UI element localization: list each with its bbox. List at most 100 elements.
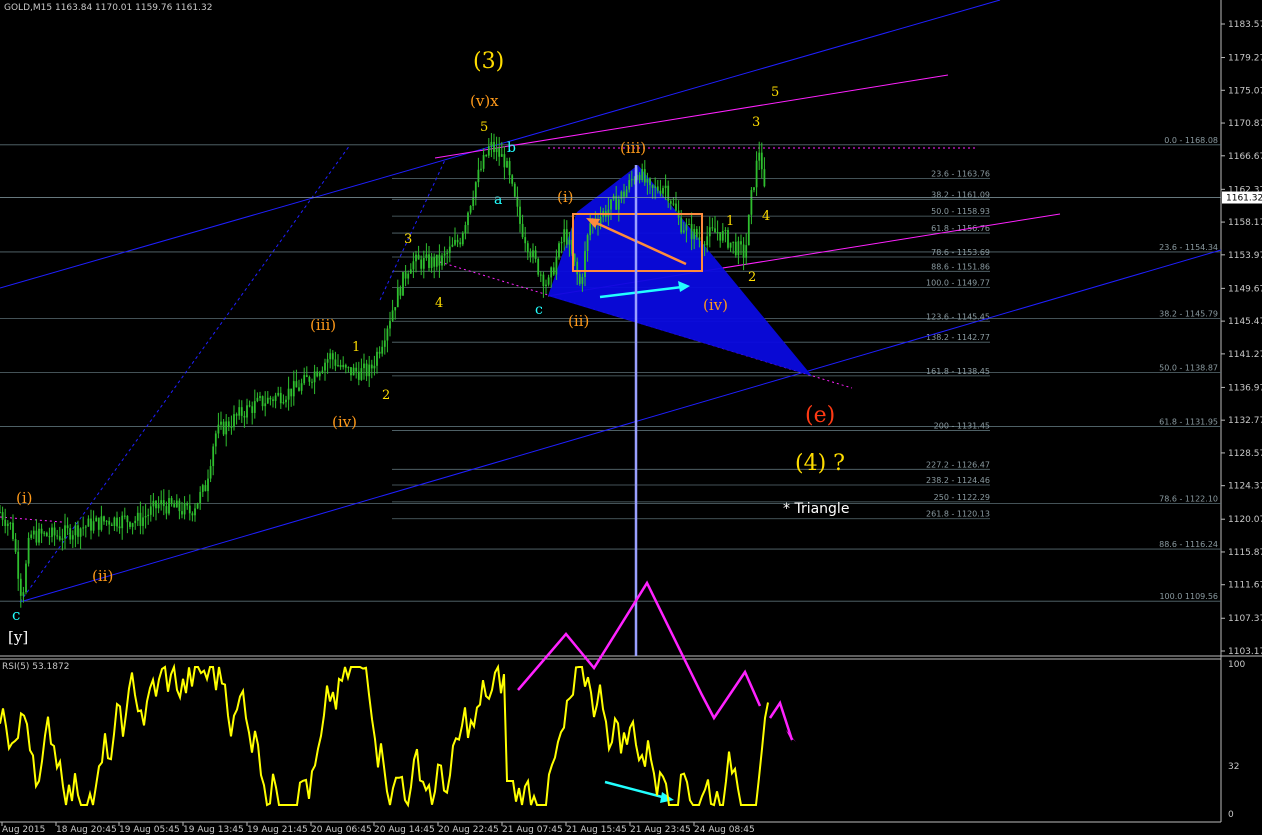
candle-body xyxy=(383,340,386,347)
candle-body xyxy=(714,228,716,233)
candle-body xyxy=(12,522,14,540)
candle-body xyxy=(477,169,480,183)
candle-body xyxy=(672,203,675,205)
candle-body xyxy=(381,346,384,354)
candle-body xyxy=(259,396,261,398)
candle-body xyxy=(126,516,129,523)
candle-body xyxy=(108,520,111,525)
candle-body xyxy=(740,241,742,245)
candle-body xyxy=(513,183,516,197)
y-tick-label: 1149.67 xyxy=(1228,284,1262,294)
candle-body xyxy=(454,239,456,245)
wave-label: 5 xyxy=(771,85,779,100)
fib-label-mid: 227.2 - 1126.47 xyxy=(926,460,990,469)
candle-body xyxy=(589,223,592,236)
candle-body xyxy=(545,284,547,287)
wave-label: (ii) xyxy=(568,312,589,330)
candle-body xyxy=(61,538,64,540)
candle-body xyxy=(498,147,501,157)
candle-body xyxy=(212,446,215,467)
candle-body xyxy=(409,269,412,274)
candle-body xyxy=(225,421,228,435)
candle-body xyxy=(331,353,334,360)
candle-body xyxy=(552,267,555,275)
candle-body xyxy=(506,161,508,168)
y-tick-label: 1103.17 xyxy=(1228,647,1262,657)
symbol-title: GOLD,M15 xyxy=(4,3,52,13)
chart-canvas[interactable]: 0.0 - 1168.08 23.6 - 1154.34 38.2 - 1145.7… xyxy=(0,0,1262,835)
candle-body xyxy=(79,528,82,537)
candle-body xyxy=(175,500,178,508)
wave-label: (3) xyxy=(473,49,504,74)
candle-body xyxy=(363,363,365,369)
candle-body xyxy=(287,388,290,400)
candle-body xyxy=(698,237,701,240)
candle-body xyxy=(352,367,355,376)
candle-body xyxy=(425,254,428,258)
candle-body xyxy=(464,225,467,234)
candle-body xyxy=(755,160,758,188)
candle-body xyxy=(196,503,199,509)
wave-label: (i) xyxy=(16,489,33,507)
wave-label: 5 xyxy=(480,120,488,135)
candle-body xyxy=(272,399,274,401)
candle-body xyxy=(149,506,152,515)
candle-body xyxy=(316,371,319,377)
candle-body xyxy=(664,185,667,189)
candle-body xyxy=(230,427,233,429)
wave-label: (iii) xyxy=(620,139,646,157)
candle-body xyxy=(277,392,280,396)
candle-body xyxy=(688,223,690,225)
wave-label: c xyxy=(535,302,543,318)
candle-body xyxy=(6,523,9,526)
candle-body xyxy=(435,254,438,267)
candle-body xyxy=(433,257,436,267)
candle-body xyxy=(685,224,688,231)
candle-body xyxy=(233,414,235,428)
candle-body xyxy=(480,168,482,170)
candle-body xyxy=(199,491,202,504)
candle-body xyxy=(82,527,85,529)
last-price-label: 1161.32 xyxy=(1226,194,1262,204)
candle-body xyxy=(576,261,579,275)
candle-body xyxy=(282,402,285,404)
candle-body xyxy=(53,527,56,536)
candle-body xyxy=(321,370,324,373)
candle-body xyxy=(706,236,709,246)
wave-label: [y] xyxy=(8,628,28,646)
candle-body xyxy=(682,230,685,233)
candle-body xyxy=(84,526,87,528)
candle-body xyxy=(623,191,625,197)
candle-body xyxy=(118,526,121,529)
candle-body xyxy=(194,508,196,516)
candle-body xyxy=(389,320,391,329)
candle-body xyxy=(9,522,12,524)
candle-body xyxy=(550,267,553,278)
candle-body xyxy=(188,505,191,514)
fib-label-mid: 261.8 - 1120.13 xyxy=(926,510,990,519)
candle-body xyxy=(238,407,241,416)
candle-body xyxy=(51,527,53,537)
candle-body xyxy=(734,241,737,256)
fib-label-mid: 238.2 - 1124.46 xyxy=(926,476,990,485)
candle-body xyxy=(763,169,766,187)
candle-body xyxy=(719,232,722,241)
candle-body xyxy=(22,592,25,596)
candle-body xyxy=(43,532,46,534)
candle-body xyxy=(555,257,558,275)
price-panel xyxy=(0,0,1221,656)
candle-body xyxy=(248,405,251,407)
candle-body xyxy=(92,521,95,531)
candle-body xyxy=(628,180,631,190)
wave-label: a xyxy=(494,192,502,208)
candle-body xyxy=(300,383,303,391)
candle-body xyxy=(87,518,90,527)
candle-body xyxy=(64,525,66,539)
candle-body xyxy=(142,517,144,526)
candle-body xyxy=(235,414,238,416)
candle-body xyxy=(69,528,72,540)
x-tick-label: 21 Aug 15:45 xyxy=(566,825,627,835)
y-tick-label: 1153.97 xyxy=(1228,251,1262,261)
candle-body xyxy=(625,189,628,197)
candle-body xyxy=(396,287,399,308)
